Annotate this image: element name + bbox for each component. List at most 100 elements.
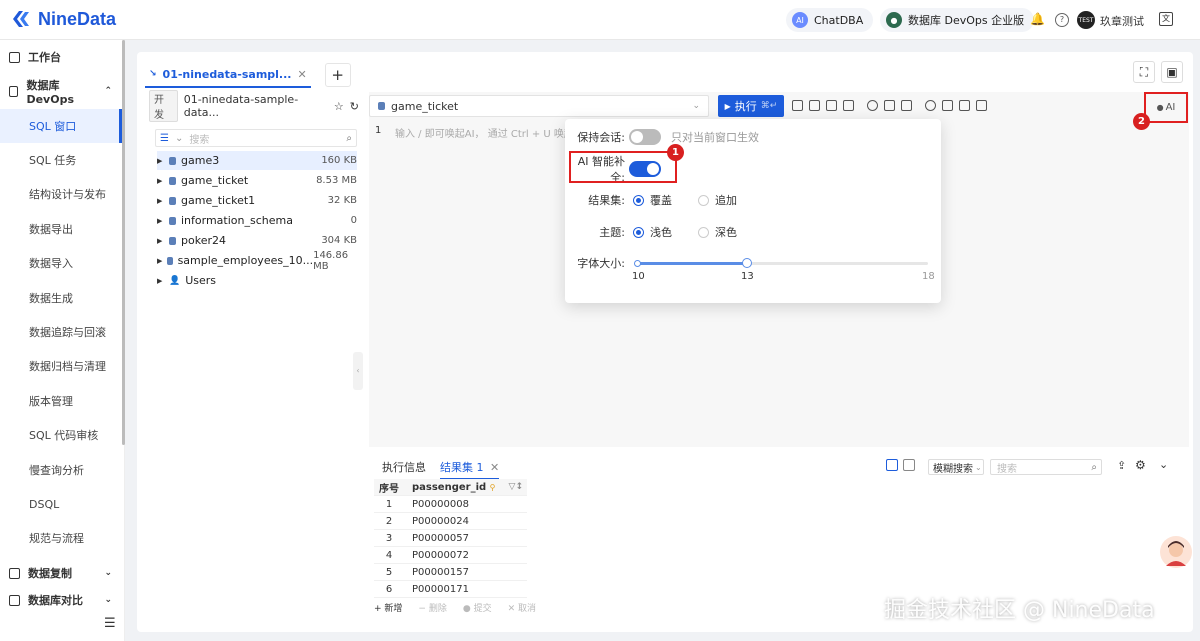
star-icon[interactable]: ☆ bbox=[334, 100, 344, 113]
help-icon[interactable]: ? bbox=[1055, 13, 1069, 27]
slider-handle[interactable] bbox=[742, 258, 752, 268]
table-row[interactable]: 6 P00000171 bbox=[374, 581, 527, 598]
export-icon[interactable]: ⇪ bbox=[1117, 459, 1126, 472]
chatdba-button[interactable]: AI ChatDBA bbox=[786, 8, 874, 32]
edition-button[interactable]: ● 数据库 DevOps 企业版 bbox=[880, 8, 1035, 32]
table-cell[interactable]: P00000008 bbox=[404, 499, 527, 510]
delete-row-button[interactable]: − 删除 bbox=[418, 601, 446, 614]
language-icon[interactable]: 文 bbox=[1159, 12, 1173, 26]
expand-icon[interactable]: ▶ bbox=[157, 237, 169, 245]
folder-icon[interactable] bbox=[884, 100, 895, 111]
avatar[interactable]: TEST bbox=[1077, 11, 1095, 29]
db-filter-icon[interactable]: ☰ bbox=[160, 133, 169, 144]
sidebar-scrollbar[interactable] bbox=[122, 40, 125, 445]
close-icon[interactable]: ✕ bbox=[297, 68, 306, 81]
table-cell[interactable]: P00000072 bbox=[404, 550, 527, 561]
filter-icon[interactable]: ▽↕ bbox=[509, 482, 523, 492]
search-icon[interactable]: ⌕ bbox=[1091, 462, 1097, 473]
sidebar-item-data-export[interactable]: 数据导出 bbox=[0, 212, 122, 246]
cancel-button[interactable]: ✕ 取消 bbox=[508, 601, 536, 614]
sidebar-item-devops[interactable]: 数据库 DevOps ⌃ bbox=[0, 74, 122, 108]
sidebar-item-sql-window[interactable]: SQL 窗口 bbox=[0, 109, 122, 143]
tree-item-information-schema[interactable]: ▶ information_schema 0 bbox=[157, 211, 357, 230]
sidebar-item-slow-query[interactable]: 慢查询分析 bbox=[0, 453, 122, 487]
table-cell[interactable]: P00000024 bbox=[404, 516, 527, 527]
support-assistant-avatar[interactable] bbox=[1160, 536, 1192, 568]
column-header[interactable]: passenger_id ⚲ ▽↕ bbox=[404, 482, 527, 493]
run-button[interactable]: ▶ 执行 ⌘↵ bbox=[718, 95, 784, 117]
sidebar-item-replication[interactable]: 数据复制 ⌄ bbox=[0, 556, 122, 590]
share-icon[interactable] bbox=[826, 100, 837, 111]
ai-toggle-button[interactable]: ● AI bbox=[1144, 92, 1188, 123]
chevron-down-icon[interactable]: ⌄ bbox=[175, 133, 183, 144]
table-row[interactable]: 1 P00000008 bbox=[374, 496, 527, 513]
sidebar-item-sql-review[interactable]: SQL 代码审核 bbox=[0, 418, 122, 452]
fuzzy-search-select[interactable]: 模糊搜索 ⌄ bbox=[928, 459, 984, 475]
sidebar-item-rules[interactable]: 规范与流程 bbox=[0, 521, 122, 555]
settings-icon[interactable] bbox=[925, 100, 936, 111]
tree-item-poker24[interactable]: ▶ poker24 304 KB bbox=[157, 231, 357, 250]
download-icon[interactable] bbox=[959, 100, 970, 111]
theme-light-radio[interactable] bbox=[633, 226, 644, 238]
history-icon[interactable] bbox=[901, 100, 912, 111]
app-logo[interactable]: NineData bbox=[10, 8, 116, 30]
database-select[interactable]: game_ticket ⌄ bbox=[369, 95, 709, 117]
branch-icon[interactable] bbox=[976, 100, 987, 111]
tree-item-users[interactable]: ▶ 👤 Users bbox=[157, 271, 357, 290]
expand-icon[interactable]: ▶ bbox=[157, 157, 169, 165]
gear-icon[interactable]: ⚙ bbox=[1135, 458, 1146, 472]
sidebar-item-data-generate[interactable]: 数据生成 bbox=[0, 281, 122, 315]
submit-button[interactable]: ● 提交 bbox=[463, 601, 492, 614]
expand-icon[interactable]: ▶ bbox=[157, 257, 167, 265]
table-row[interactable]: 4 P00000072 bbox=[374, 547, 527, 564]
theme-dark-radio[interactable] bbox=[698, 226, 709, 238]
refresh-icon[interactable]: ↻ bbox=[350, 100, 359, 113]
tab-exec-info[interactable]: 执行信息 bbox=[382, 459, 426, 480]
bell-icon[interactable]: 🔔 bbox=[1030, 13, 1045, 27]
sidebar-item-schema-design[interactable]: 结构设计与发布 bbox=[0, 177, 122, 211]
table-cell[interactable]: P00000171 bbox=[404, 584, 527, 595]
table-row[interactable]: 5 P00000157 bbox=[374, 564, 527, 581]
result-append-radio[interactable] bbox=[698, 194, 709, 206]
keep-session-toggle[interactable] bbox=[629, 129, 661, 145]
grid-view-icon[interactable] bbox=[886, 459, 898, 471]
table-row[interactable]: 3 P00000057 bbox=[374, 530, 527, 547]
sidebar-item-sql-task[interactable]: SQL 任务 bbox=[0, 143, 122, 177]
sidebar-item-data-import[interactable]: 数据导入 bbox=[0, 246, 122, 280]
close-icon[interactable]: ✕ bbox=[490, 461, 499, 474]
favorite-icon[interactable] bbox=[867, 100, 878, 111]
table-cell[interactable]: P00000057 bbox=[404, 533, 527, 544]
explain-icon[interactable] bbox=[792, 100, 803, 111]
sidebar-item-workbench[interactable]: 工作台 bbox=[0, 40, 122, 74]
tab-result-set-1[interactable]: 结果集 1 ✕ bbox=[440, 459, 500, 480]
tree-item-game-ticket1[interactable]: ▶ game_ticket1 32 KB bbox=[157, 191, 357, 210]
user-name[interactable]: 玖章测试 bbox=[1100, 13, 1144, 29]
expand-icon[interactable]: ▶ bbox=[157, 197, 169, 205]
tree-item-game-ticket[interactable]: ▶ game_ticket 8.53 MB bbox=[157, 171, 357, 190]
chart-icon[interactable] bbox=[843, 100, 854, 111]
sidebar-item-version[interactable]: 版本管理 bbox=[0, 384, 122, 418]
table-cell[interactable]: P00000157 bbox=[404, 567, 527, 578]
panel-settings-icon[interactable]: ▣ bbox=[1161, 61, 1183, 83]
expand-icon[interactable]: ▶ bbox=[157, 277, 169, 285]
table-row[interactable]: 2 P00000024 bbox=[374, 513, 527, 530]
fullscreen-icon[interactable]: ⛶ bbox=[1133, 61, 1155, 83]
sidebar-item-dsql[interactable]: DSQL bbox=[0, 487, 122, 521]
result-overwrite-radio[interactable] bbox=[633, 194, 644, 206]
result-search-input[interactable]: 搜索 ⌕ bbox=[990, 459, 1102, 475]
tree-search-input[interactable]: ☰ ⌄ 搜索 ⌕ bbox=[155, 129, 357, 147]
search-icon[interactable]: ⌕ bbox=[346, 133, 352, 144]
font-size-slider[interactable] bbox=[634, 258, 928, 268]
tab-ninedata-sample[interactable]: ↘ 01-ninedata-sampl... ✕ bbox=[145, 62, 311, 88]
shield-icon[interactable] bbox=[942, 100, 953, 111]
sidebar-item-data-archive[interactable]: 数据归档与清理 bbox=[0, 349, 122, 383]
sidebar-item-compare[interactable]: 数据库对比 ⌄ bbox=[0, 590, 122, 610]
form-view-icon[interactable] bbox=[903, 459, 915, 471]
expand-icon[interactable]: ▶ bbox=[157, 217, 169, 225]
tree-item-sample-employees[interactable]: ▶ sample_employees_10... 146.86 MB bbox=[157, 250, 357, 272]
tree-item-game3[interactable]: ▶ game3 160 KB bbox=[157, 151, 357, 170]
add-row-button[interactable]: + 新增 bbox=[374, 601, 402, 614]
collapse-results-icon[interactable]: ⌄ bbox=[1159, 458, 1168, 471]
datasource-name[interactable]: 01-ninedata-sample-data... bbox=[184, 93, 324, 119]
collapse-tree-handle[interactable]: ‹ bbox=[353, 352, 363, 390]
